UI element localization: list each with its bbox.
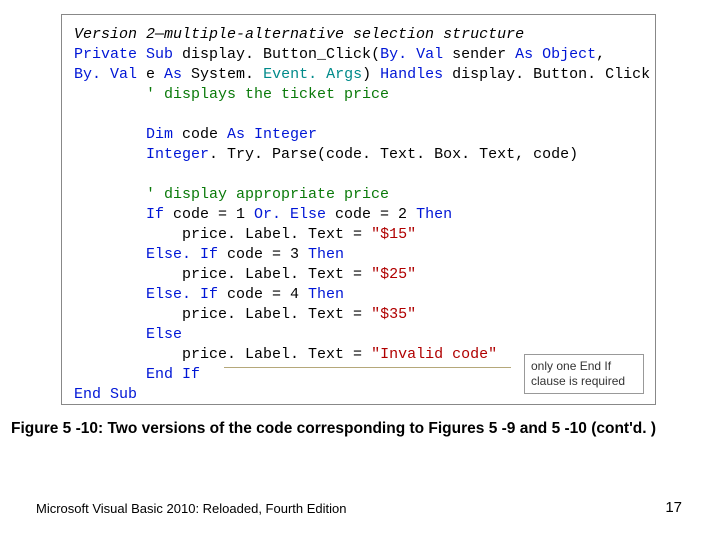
str: "$25": [371, 266, 416, 283]
str: "$35": [371, 306, 416, 323]
tok: price. Label. Text =: [74, 306, 371, 323]
tok: System.: [182, 66, 263, 83]
tok: sender: [443, 46, 515, 63]
kw: Dim: [74, 126, 173, 143]
slide: Version 2—multiple-alternative selection…: [0, 0, 720, 540]
kw: Or. Else: [254, 206, 326, 223]
kw: By. Val: [74, 66, 137, 83]
kw: End Sub: [74, 386, 137, 403]
comment: ' display appropriate price: [74, 186, 389, 203]
callout-arrow: [224, 367, 511, 368]
kw: Else. If: [74, 246, 218, 263]
kw: End If: [74, 366, 200, 383]
tok: price. Label. Text =: [74, 346, 371, 363]
tok: ): [362, 66, 380, 83]
kw: As Integer: [227, 126, 317, 143]
kw: If: [74, 206, 164, 223]
kw: Then: [308, 286, 344, 303]
tok: code = 4: [218, 286, 308, 303]
kw: Else: [74, 326, 182, 343]
kw: Integer: [74, 146, 209, 163]
tok: price. Label. Text =: [74, 266, 371, 283]
tok: display. Button_Click(: [173, 46, 380, 63]
version-desc: —multiple-alternative selection structur…: [155, 26, 524, 43]
tok: code = 2: [326, 206, 416, 223]
tok: price. Label. Text =: [74, 226, 371, 243]
kw: Then: [416, 206, 452, 223]
kw: Else. If: [74, 286, 218, 303]
code-box: Version 2—multiple-alternative selection…: [61, 14, 656, 405]
kw: As: [164, 66, 182, 83]
str: "Invalid code": [371, 346, 497, 363]
page-number: 17: [665, 499, 682, 516]
kw: Handles: [380, 66, 443, 83]
footer-left: Microsoft Visual Basic 2010: Reloaded, F…: [36, 501, 346, 516]
figure-caption: Figure 5 -10: Two versions of the code c…: [11, 420, 710, 438]
comment: ' displays the ticket price: [74, 86, 389, 103]
str: "$15": [371, 226, 416, 243]
version-label: Version 2: [74, 26, 155, 43]
callout-box: only one End If clause is required: [524, 354, 644, 394]
tok: code = 1: [164, 206, 254, 223]
tok: e: [137, 66, 164, 83]
tok: code = 3: [218, 246, 308, 263]
kw: As Object: [515, 46, 596, 63]
tok: . Try. Parse(code. Text. Box. Text, code…: [209, 146, 578, 163]
tok: ,: [596, 46, 605, 63]
kw: Private Sub: [74, 46, 173, 63]
tok: code: [173, 126, 227, 143]
tok: display. Button. Click: [443, 66, 650, 83]
kw: Then: [308, 246, 344, 263]
kw: By. Val: [380, 46, 443, 63]
code-block: Version 2—multiple-alternative selection…: [74, 25, 643, 405]
type: Event. Args: [263, 66, 362, 83]
